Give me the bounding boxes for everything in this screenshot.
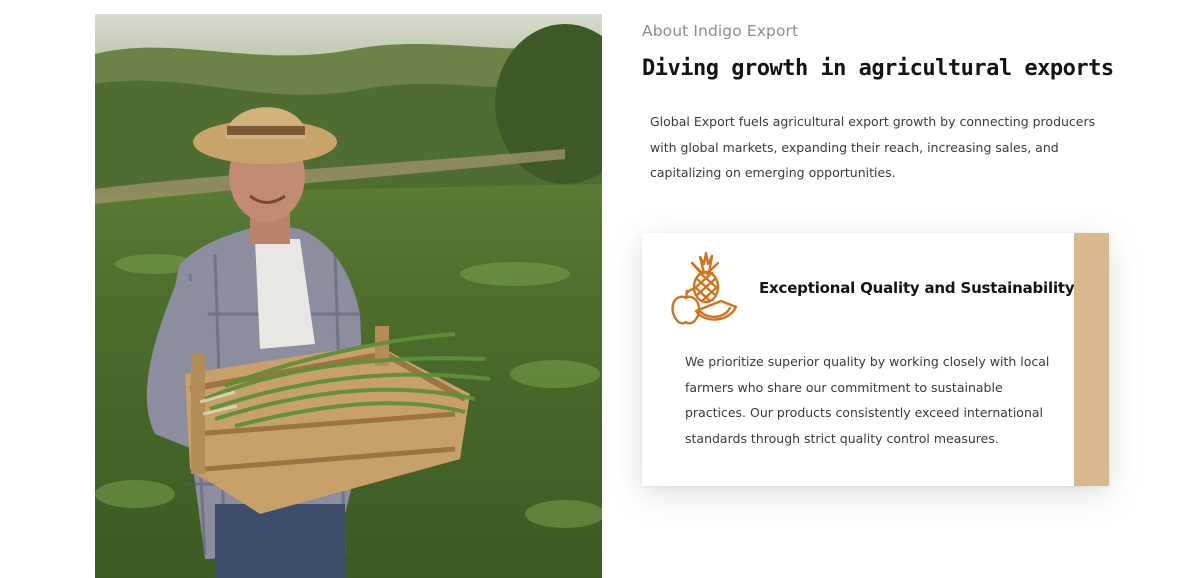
section-eyebrow: About Indigo Export bbox=[642, 22, 799, 40]
feature-body: We prioritize superior quality by workin… bbox=[685, 354, 1050, 446]
feature-card: Exceptional Quality and Sustainability W… bbox=[642, 233, 1109, 486]
section-intro: Global Export fuels agricultural export … bbox=[650, 114, 1096, 180]
feature-title: Exceptional Quality and Sustainability bbox=[759, 279, 1075, 297]
card-accent-bar bbox=[1074, 233, 1109, 486]
section-headline: Diving growth in agricultural exports bbox=[642, 56, 1114, 81]
farmer-photo bbox=[95, 14, 602, 578]
fruit-icon bbox=[666, 251, 742, 327]
